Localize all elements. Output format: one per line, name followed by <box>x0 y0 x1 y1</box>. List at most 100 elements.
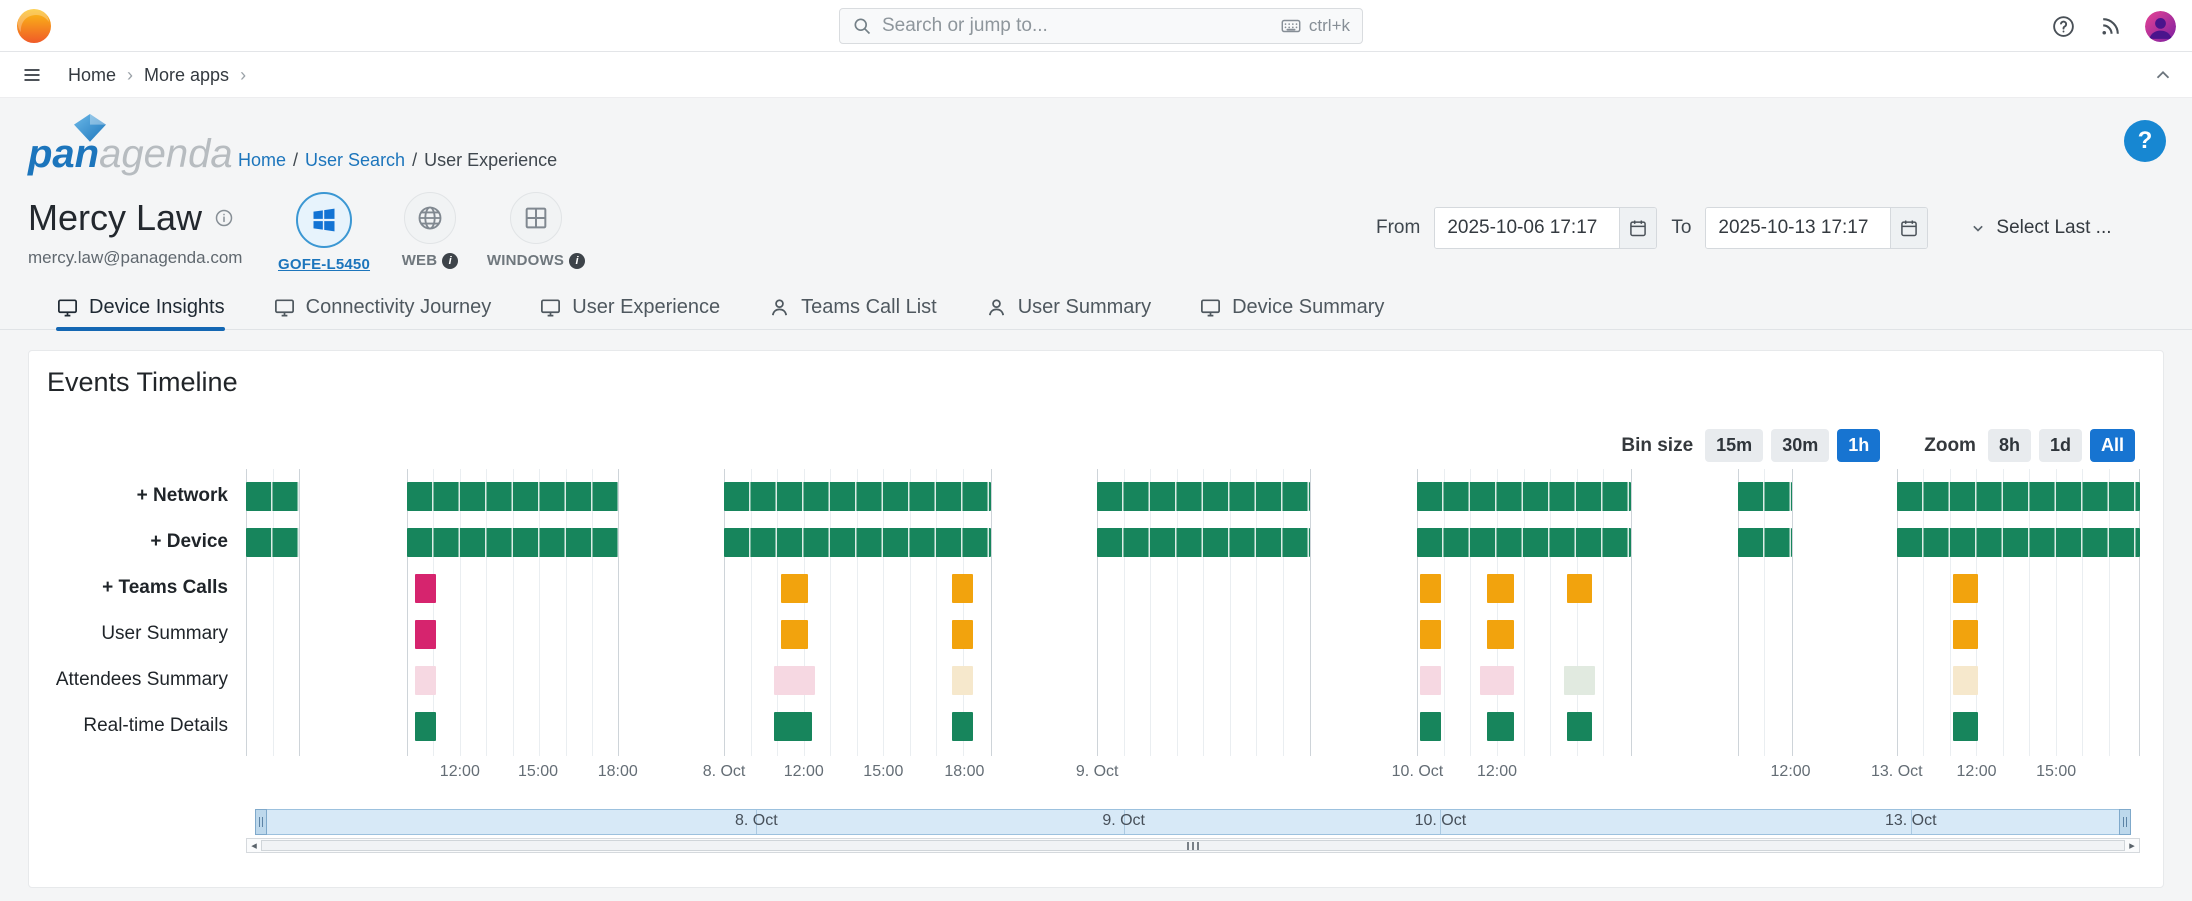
row-label-network[interactable]: + Network <box>137 473 228 519</box>
timeline-bar[interactable] <box>952 574 973 603</box>
bin-size-button-1h[interactable]: 1h <box>1837 429 1880 462</box>
tab-connectivity-journey[interactable]: Connectivity Journey <box>273 284 492 330</box>
to-date-input[interactable] <box>1706 208 1890 248</box>
axis-tick-label: 12:00 <box>1477 763 1517 781</box>
timeline-bar[interactable] <box>246 482 299 511</box>
timeline-bar[interactable] <box>1897 482 2140 511</box>
from-date-input[interactable] <box>1435 208 1619 248</box>
row-label-device[interactable]: + Device <box>150 519 228 565</box>
zoom-button-all[interactable]: All <box>2090 429 2135 462</box>
search-input[interactable] <box>882 15 1270 37</box>
help-icon[interactable] <box>2051 14 2076 39</box>
breadcrumb-user-search-link[interactable]: User Search <box>305 150 405 171</box>
breadcrumb-item-home[interactable]: Home <box>68 65 116 86</box>
timeline-bar[interactable] <box>781 574 808 603</box>
search-bar[interactable]: ctrl+k <box>839 8 1363 44</box>
info-icon[interactable] <box>214 208 234 228</box>
device-windows[interactable]: WINDOWSi <box>492 192 580 273</box>
timeline-bar[interactable] <box>952 712 973 741</box>
navigator-right-handle[interactable] <box>2119 809 2131 835</box>
timeline-bar[interactable] <box>952 620 973 649</box>
timeline-bar[interactable] <box>1897 528 2140 557</box>
timeline-bar[interactable] <box>415 620 436 649</box>
timeline-bar[interactable] <box>1420 574 1441 603</box>
timeline-bar[interactable] <box>407 482 618 511</box>
timeline-bar[interactable] <box>1420 712 1441 741</box>
collapse-chevron-icon[interactable] <box>2152 64 2174 86</box>
gridline <box>1550 469 1551 756</box>
timeline-bar[interactable] <box>415 666 436 695</box>
timeline-bar[interactable] <box>1567 712 1592 741</box>
device-label[interactable]: GOFE-L5450 <box>278 256 370 273</box>
timeline-bar[interactable] <box>724 482 991 511</box>
tab-user-summary[interactable]: User Summary <box>985 284 1151 330</box>
zoom-button-1d[interactable]: 1d <box>2039 429 2082 462</box>
timeline-bar[interactable] <box>1487 574 1514 603</box>
timeline-bar[interactable] <box>1420 620 1441 649</box>
timeline-bar[interactable] <box>1097 482 1310 511</box>
timeline-bar[interactable] <box>774 666 815 695</box>
timeline-scrollbar[interactable]: ◂ ▸ <box>246 838 2140 853</box>
timeline-bar[interactable] <box>1417 482 1631 511</box>
chart-controls: Bin size 15m30m1h Zoom 8h1dAll <box>1621 429 2135 462</box>
timeline-bar[interactable] <box>1420 666 1441 695</box>
timeline-plot[interactable] <box>246 469 2140 756</box>
navigator-left-handle[interactable] <box>255 809 267 835</box>
timeline-bar[interactable] <box>415 712 436 741</box>
calendar-button[interactable] <box>1619 208 1656 248</box>
news-rss-icon[interactable] <box>2098 14 2123 39</box>
timeline-bar[interactable] <box>1487 712 1514 741</box>
device-gofe-l5450[interactable]: GOFE-L5450 <box>280 192 368 273</box>
scroll-right-arrow-icon[interactable]: ▸ <box>2125 839 2139 852</box>
timeline-bar[interactable] <box>1567 574 1592 603</box>
tab-teams-call-list[interactable]: Teams Call List <box>768 284 937 330</box>
select-last-dropdown[interactable]: Select Last ... <box>1968 217 2111 239</box>
grafana-logo-icon[interactable] <box>14 6 54 46</box>
help-button[interactable]: ? <box>2124 120 2166 162</box>
tab-device-insights[interactable]: Device Insights <box>56 284 225 330</box>
calendar-button[interactable] <box>1890 208 1927 248</box>
timeline-bar[interactable] <box>246 528 299 557</box>
timeline-bar[interactable] <box>724 528 991 557</box>
timeline-bar[interactable] <box>781 620 808 649</box>
timeline-bar[interactable] <box>1564 666 1595 695</box>
timeline-bar[interactable] <box>1487 620 1514 649</box>
monitor-icon <box>539 296 562 319</box>
gridline <box>2109 469 2110 756</box>
timeline-bar[interactable] <box>774 712 812 741</box>
scrollbar-thumb[interactable] <box>261 840 2125 851</box>
chevron-right-icon: › <box>127 65 133 86</box>
zoom-button-8h[interactable]: 8h <box>1988 429 2031 462</box>
breadcrumb-home-link[interactable]: Home <box>238 150 286 171</box>
timeline-bar[interactable] <box>1953 712 1978 741</box>
timeline-bar[interactable] <box>1953 666 1978 695</box>
search-icon <box>852 16 872 36</box>
device-label[interactable]: WEBi <box>402 252 459 269</box>
info-badge-icon[interactable]: i <box>569 253 585 269</box>
timeline-bar[interactable] <box>407 528 618 557</box>
bin-size-button-30m[interactable]: 30m <box>1771 429 1829 462</box>
breadcrumb-item-more-apps[interactable]: More apps <box>144 65 229 86</box>
device-web[interactable]: WEBi <box>386 192 474 273</box>
bin-size-button-15m[interactable]: 15m <box>1705 429 1763 462</box>
timeline-bar[interactable] <box>1738 528 1793 557</box>
timeline-bar[interactable] <box>1480 666 1514 695</box>
user-avatar[interactable] <box>2145 11 2176 42</box>
timeline-bar[interactable] <box>1417 528 1631 557</box>
row-label-teams-calls[interactable]: + Teams Calls <box>102 565 228 611</box>
tab-user-experience[interactable]: User Experience <box>539 284 720 330</box>
navigator[interactable]: 8. Oct9. Oct10. Oct13. Oct <box>255 809 2131 835</box>
timeline-bar[interactable] <box>415 574 436 603</box>
axis-tick-label: 15:00 <box>518 763 558 781</box>
info-badge-icon[interactable]: i <box>442 253 458 269</box>
breadcrumb-separator: / <box>293 150 298 171</box>
scroll-left-arrow-icon[interactable]: ◂ <box>247 839 261 852</box>
timeline-bar[interactable] <box>1953 620 1978 649</box>
device-label[interactable]: WINDOWSi <box>487 252 585 269</box>
timeline-bar[interactable] <box>1953 574 1978 603</box>
menu-icon[interactable] <box>22 65 42 85</box>
timeline-bar[interactable] <box>1738 482 1793 511</box>
tab-device-summary[interactable]: Device Summary <box>1199 284 1384 330</box>
timeline-bar[interactable] <box>1097 528 1310 557</box>
timeline-bar[interactable] <box>952 666 973 695</box>
